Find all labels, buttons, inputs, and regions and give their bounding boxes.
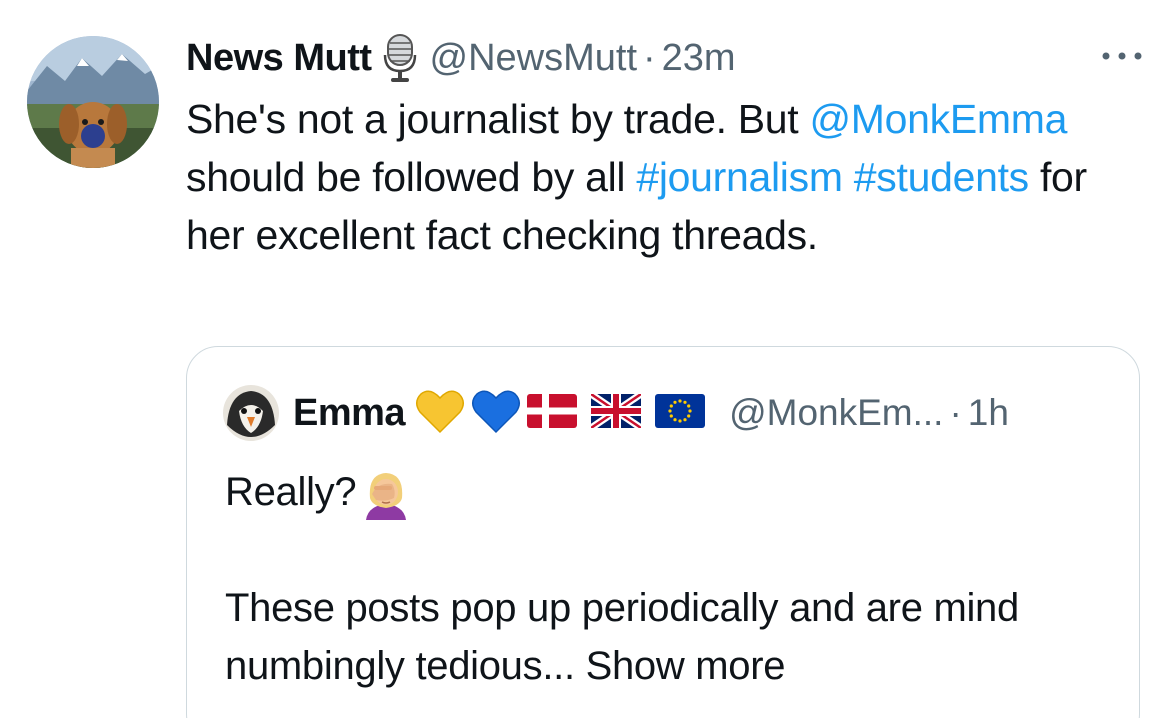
blue-heart-icon — [471, 388, 521, 439]
separator-dot: · — [949, 392, 962, 433]
post-text-part: should be followed by all — [186, 154, 637, 200]
post-time[interactable]: 23m — [662, 37, 736, 80]
denmark-flag-icon — [527, 393, 578, 433]
quoted-author-handle[interactable]: @MonkEm... — [729, 392, 943, 434]
uk-flag-icon — [589, 390, 644, 433]
tweet: News Mutt @NewsMutt · 23m She's not a jo… — [0, 0, 1170, 718]
author-name[interactable]: News Mutt — [186, 37, 372, 80]
post-text-part: She's not a journalist by trade. But — [186, 96, 810, 142]
quoted-post-line-text: Really? — [225, 470, 357, 514]
separator-dot: · — [643, 36, 656, 79]
microphone-icon — [382, 33, 418, 83]
quoted-post-header: Emma @MonkEm... · 1h — [223, 385, 1009, 441]
author-handle[interactable]: @NewsMutt — [430, 37, 638, 80]
quoted-post-time[interactable]: 1h — [968, 392, 1009, 434]
hashtag-link[interactable]: #journalism — [636, 154, 843, 200]
quoted-post-text: Really? These posts pop up periodically … — [225, 463, 1105, 695]
quoted-post-line: These posts pop up periodically and are … — [225, 579, 1105, 695]
show-more-link[interactable]: Show more — [586, 644, 786, 688]
facepalm-icon — [358, 468, 414, 521]
eu-flag-icon — [655, 393, 706, 433]
yellow-heart-icon — [415, 388, 465, 439]
quoted-author-name[interactable]: Emma — [293, 392, 406, 435]
quoted-post[interactable]: Emma @MonkEm... · 1h Really? These posts… — [186, 346, 1140, 718]
more-options-icon[interactable] — [1098, 44, 1146, 68]
quoted-post-line: Really? — [225, 463, 1105, 521]
mention-link[interactable]: @MonkEmma — [809, 96, 1067, 142]
post-header: News Mutt @NewsMutt · 23m — [186, 30, 736, 86]
quoted-author-avatar[interactable] — [223, 385, 279, 441]
hashtag-link[interactable]: #students — [854, 154, 1029, 200]
post-text: She's not a journalist by trade. But @Mo… — [186, 90, 1126, 264]
quoted-post-line — [225, 521, 1105, 579]
author-avatar[interactable] — [27, 36, 159, 168]
